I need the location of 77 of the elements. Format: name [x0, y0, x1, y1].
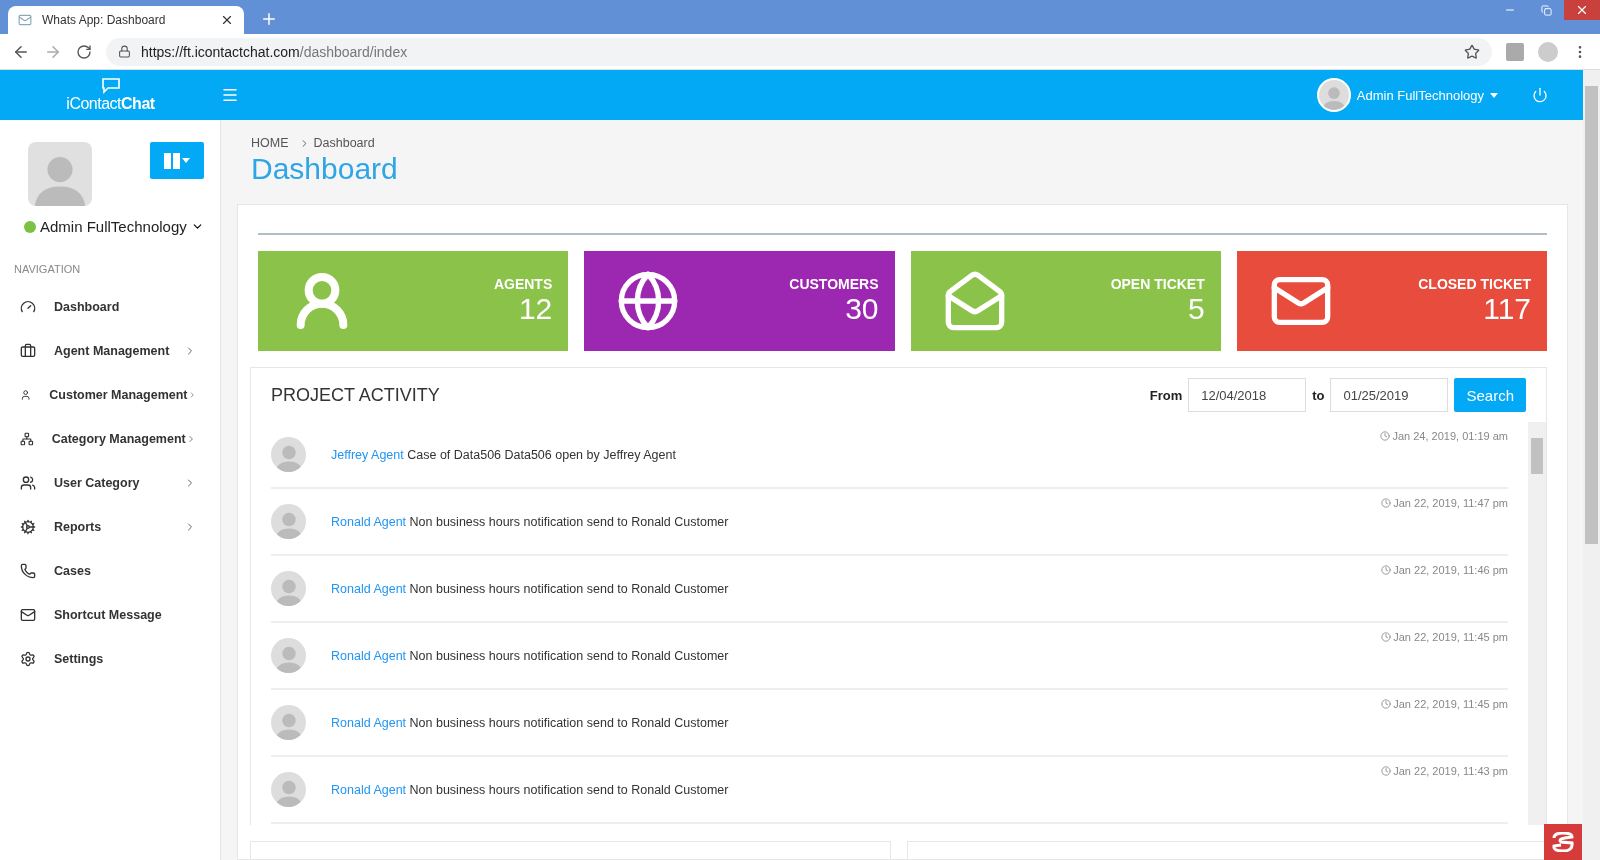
tab-title: Whats App: Dashboard — [42, 13, 167, 27]
columns-icon — [164, 152, 180, 169]
users-icon — [20, 475, 36, 491]
sitemap-icon — [20, 431, 34, 447]
activity-text: Ronald Agent Non business hours notification send to Ronald Customer — [330, 648, 729, 663]
dashboard-icon — [20, 299, 36, 315]
clock-icon — [1381, 632, 1392, 642]
stat-value: 30 — [845, 292, 879, 326]
briefcase-icon — [20, 343, 36, 359]
nav-item[interactable]: Reports — [0, 505, 220, 549]
from-label: From — [1149, 387, 1183, 403]
nav-item[interactable]: Settings — [0, 637, 220, 681]
lock-icon — [118, 45, 131, 58]
gear-icon — [20, 519, 36, 535]
layout-button[interactable] — [150, 142, 204, 179]
reload-icon[interactable] — [76, 43, 92, 60]
restore-icon — [1540, 4, 1552, 16]
nav-item[interactable]: User Category — [0, 461, 220, 505]
breadcrumb-link[interactable]: HOME — [251, 136, 289, 150]
profile-icon[interactable] — [1538, 41, 1558, 62]
clock-icon — [1381, 565, 1392, 575]
clock-icon — [1381, 766, 1392, 776]
timestamp: Jan 22, 2019, 11:46 pm — [1381, 564, 1508, 576]
nav-heading: NAVIGATION — [13, 262, 82, 277]
settings-icon — [20, 651, 36, 667]
close-icon — [1575, 3, 1589, 17]
stat-label: CLOSED TICKET — [1418, 276, 1531, 292]
stat-label: OPEN TICKET — [1110, 276, 1205, 292]
activity-text: Ronald Agent Non business hours notification send to Ronald Customer — [330, 715, 729, 730]
extension-icon[interactable] — [1506, 42, 1524, 61]
timestamp: Jan 24, 2019, 01:19 am — [1380, 430, 1508, 442]
breadcrumb-current: Dashboard — [313, 136, 375, 150]
to-label: to — [1312, 387, 1325, 403]
scrollbar[interactable] — [1528, 422, 1546, 825]
clock-icon — [1381, 498, 1392, 508]
envelope-icon — [20, 607, 36, 623]
activity-text: Ronald Agent Non business hours notification send to Ronald Customer — [330, 514, 729, 529]
timestamp: Jan 22, 2019, 11:45 pm — [1381, 698, 1508, 710]
nav-item[interactable]: Dashboard — [0, 285, 220, 329]
stat-value: 5 — [1188, 292, 1205, 326]
phone-icon — [20, 563, 36, 579]
timestamp: Jan 22, 2019, 11:47 pm — [1381, 497, 1508, 509]
new-tab-icon[interactable] — [260, 10, 278, 28]
scrollbar[interactable] — [1583, 70, 1600, 860]
stat-label: CUSTOMERS — [789, 276, 879, 292]
browser-tab[interactable]: Whats App: Dashboard — [8, 6, 244, 34]
caret-icon — [1490, 92, 1498, 98]
stat-value: 117 — [1483, 292, 1531, 326]
stat-value: 12 — [518, 292, 553, 326]
chat-bubble-icon — [99, 77, 122, 95]
timestamp: Jan 22, 2019, 11:45 pm — [1381, 631, 1508, 643]
activity-text: Jeffrey Agent Case of Data506 Data506 open by Jeffrey Agent — [330, 447, 676, 462]
close-window-button[interactable] — [1564, 0, 1600, 20]
clock-icon — [1381, 699, 1392, 709]
clock-icon — [1380, 431, 1391, 441]
address-bar[interactable]: https://ft.icontactchat.com/dashboard/index — [106, 37, 1492, 66]
widget-icon[interactable] — [1544, 824, 1582, 860]
activity-text: Ronald Agent Non business hours notification send to Ronald Customer — [330, 581, 729, 596]
user-icon — [20, 387, 32, 403]
nav-item[interactable]: Agent Management — [0, 329, 220, 373]
timestamp: Jan 22, 2019, 11:43 pm — [1381, 765, 1508, 777]
activity-text: Ronald Agent Non business hours notification send to Ronald Customer — [330, 782, 729, 797]
caret-icon — [182, 158, 190, 163]
panel-title: PROJECT ACTIVITY — [271, 384, 441, 406]
star-icon[interactable] — [1464, 43, 1480, 60]
page-title: Dashboard — [251, 152, 399, 186]
nav-item[interactable]: Cases — [0, 549, 220, 593]
close-icon[interactable] — [220, 13, 234, 27]
nav-item[interactable]: Category Management — [0, 417, 220, 461]
to-date-field[interactable]: 01/25/2019 — [1330, 378, 1449, 412]
from-date-field[interactable]: 12/04/2018 — [1188, 378, 1307, 412]
user-name[interactable]: Admin FullTechnology — [40, 218, 187, 235]
favicon-icon — [18, 13, 32, 27]
nav-item[interactable]: Shortcut Message — [0, 593, 220, 637]
stat-label: AGENTS — [493, 276, 553, 292]
nav-item[interactable]: Customer Management — [0, 373, 220, 417]
power-icon[interactable] — [1532, 87, 1548, 103]
